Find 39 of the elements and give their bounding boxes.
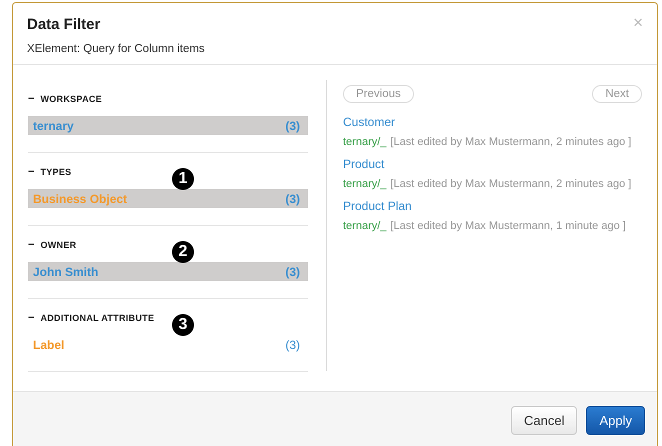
result-link[interactable]: Product Plan: [343, 199, 412, 214]
result-link[interactable]: Product: [343, 157, 384, 172]
dialog-title: Data Filter: [27, 16, 100, 33]
result-meta: [Last edited by Max Mustermann, 2 minutes ago ]: [390, 136, 632, 148]
result-meta: [Last edited by Max Mustermann, 2 minutes ago ]: [390, 178, 632, 190]
filter-item[interactable]: ternary (3): [28, 116, 308, 135]
dialog-subtitle: XElement: Query for Column items: [27, 43, 206, 55]
cancel-button[interactable]: Cancel: [511, 406, 578, 434]
result-path: ternary/_: [343, 220, 386, 232]
callout-number: 1: [172, 168, 194, 190]
result-meta: [Last edited by Max Mustermann, 1 minute ago ]: [390, 220, 626, 232]
result-path: ternary/_: [343, 178, 386, 190]
collapse-toggle[interactable]: −: [28, 94, 34, 104]
filter-count: (3): [285, 192, 300, 206]
next-button[interactable]: Next: [592, 85, 642, 103]
filter-item[interactable]: Label (3): [28, 335, 308, 354]
previous-button[interactable]: Previous: [343, 85, 414, 103]
filter-item[interactable]: John Smith (3): [28, 262, 308, 281]
filter-count: (3): [285, 338, 300, 352]
close-button[interactable]: ×: [633, 14, 643, 31]
section-heading: WORKSPACE: [40, 94, 102, 104]
filter-label: John Smith: [33, 264, 98, 278]
result-path: ternary/_: [343, 136, 386, 148]
result-link[interactable]: Customer: [343, 115, 396, 130]
filter-count: (3): [285, 264, 300, 278]
callout-number: 3: [172, 314, 194, 336]
apply-button[interactable]: Apply: [586, 406, 645, 434]
collapse-toggle[interactable]: −: [28, 312, 34, 324]
collapse-toggle[interactable]: −: [28, 166, 34, 178]
filter-label: Label: [33, 338, 64, 352]
filter-label: Business Object: [33, 192, 128, 206]
filter-label: ternary: [33, 118, 74, 132]
filter-item[interactable]: Business Object (3): [28, 189, 308, 208]
section-heading: ADDITIONAL ATTRIBUTE: [40, 313, 154, 323]
section-heading: OWNER: [40, 240, 76, 250]
filter-count: (3): [285, 118, 300, 132]
callout-number: 2: [172, 241, 194, 263]
section-heading: TYPES: [40, 167, 72, 177]
collapse-toggle[interactable]: −: [28, 240, 34, 250]
